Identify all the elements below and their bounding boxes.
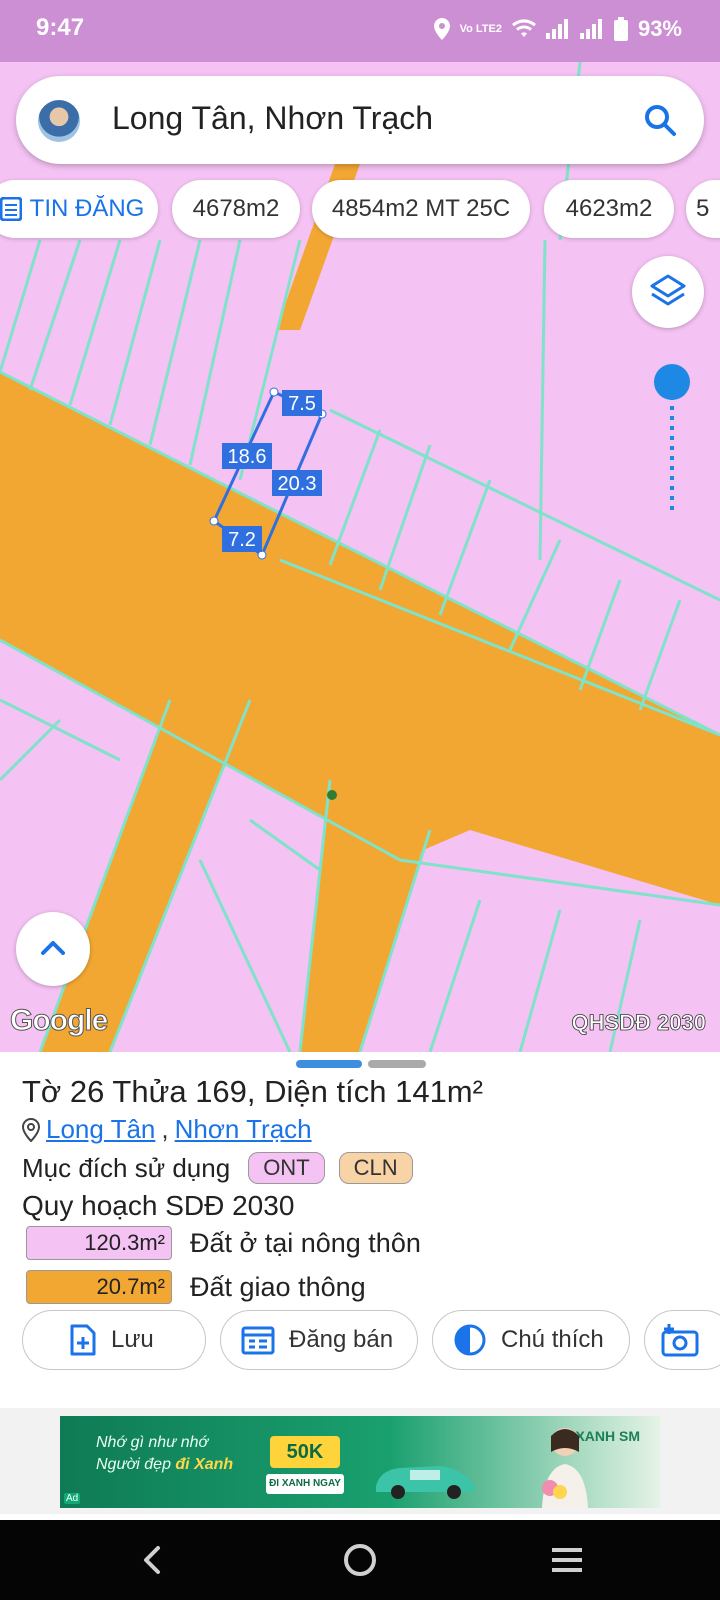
- chip-4678[interactable]: 4678m2: [172, 180, 300, 238]
- location-icon: [433, 18, 450, 40]
- save-button[interactable]: Lưu: [22, 1310, 206, 1370]
- back-icon[interactable]: [138, 1544, 168, 1576]
- chip-label: 5: [696, 195, 710, 222]
- edge-label-top: 7.5: [282, 390, 322, 416]
- chip-label: 4623m2: [565, 195, 653, 222]
- svg-text:18.6: 18.6: [228, 446, 267, 468]
- chip-4854[interactable]: 4854m2 MT 25C: [312, 180, 530, 238]
- chip-more[interactable]: 5: [686, 180, 720, 238]
- location-separator: ,: [161, 1114, 169, 1144]
- file-plus-icon: [70, 1324, 96, 1356]
- ad-cta-button[interactable]: ĐI XANH NGAY: [266, 1474, 344, 1494]
- plan-title: Quy hoạch SDĐ 2030: [22, 1190, 295, 1221]
- legend-row-transport: 20.7m² Đất giao thông: [26, 1270, 366, 1304]
- sheet-handle-inactive[interactable]: [368, 1060, 426, 1068]
- search-input[interactable]: Long Tân, Nhơn Trạch: [112, 100, 433, 137]
- svg-text:7.2: 7.2: [228, 529, 256, 551]
- chevron-up-icon: [41, 941, 65, 955]
- svg-text:7.5: 7.5: [288, 393, 316, 415]
- chip-label: 4678m2: [192, 195, 280, 222]
- home-icon[interactable]: [342, 1542, 378, 1578]
- signal-icon-2: [579, 19, 602, 39]
- parcel-info-sheet[interactable]: Tờ 26 Thửa 169, Diện tích 141m² Long Tân…: [0, 1052, 720, 1408]
- legend-label: Chú thích: [501, 1326, 604, 1353]
- chip-label: 4854m2 MT 25C: [331, 195, 511, 222]
- commune-link[interactable]: Long Tân: [46, 1114, 155, 1145]
- land-use-purpose: Mục đích sử dụng ONT CLN: [22, 1152, 413, 1184]
- chip-4623[interactable]: 4623m2: [544, 180, 674, 238]
- parcel-title: Tờ 26 Thửa 169, Diện tích 141m²: [22, 1074, 483, 1109]
- battery-icon: [613, 17, 628, 41]
- post-for-sale-label: Đăng bán: [289, 1326, 394, 1353]
- opacity-slider-track[interactable]: [668, 396, 676, 516]
- expand-up-button[interactable]: [16, 912, 90, 986]
- purpose-tag-ont: ONT: [248, 1152, 325, 1184]
- wifi-icon: [511, 19, 536, 37]
- battery-level: 93%: [637, 16, 682, 41]
- filter-chips: TIN ĐĂNG 4678m2 4854m2 MT 25C 4623m2 5: [0, 180, 720, 240]
- avatar[interactable]: [38, 100, 80, 142]
- status-time: 9:47: [36, 14, 85, 41]
- add-photo-button[interactable]: [644, 1310, 720, 1370]
- legend-button[interactable]: Chú thích: [432, 1310, 630, 1370]
- network-type: Vo LTE2: [459, 22, 502, 35]
- legend-area-residential: 120.3m²: [26, 1226, 172, 1260]
- recents-icon[interactable]: [550, 1546, 584, 1574]
- ad-creative[interactable]: Nhớ gì như nhớ Người đẹp đi Xanh 50K ĐI …: [60, 1416, 660, 1508]
- search-bar[interactable]: Long Tân, Nhơn Trạch: [16, 76, 704, 164]
- purpose-label: Mục đích sử dụng: [22, 1152, 231, 1183]
- sheet-handle-active[interactable]: [296, 1060, 362, 1068]
- parcel-location: Long Tân , Nhơn Trạch: [22, 1114, 312, 1145]
- edge-label-right: 20.3: [272, 470, 322, 496]
- ad-line2: Người đẹp đi Xanh: [96, 1456, 234, 1473]
- add-photo-icon: [661, 1324, 699, 1357]
- ad-offer: 50K: [270, 1436, 340, 1468]
- status-bar: 9:47 Vo LTE2 93%: [0, 0, 720, 62]
- purpose-tag-cln: CLN: [338, 1152, 413, 1184]
- chip-label: TIN ĐĂNG: [29, 195, 145, 222]
- chip-tin-dang[interactable]: TIN ĐĂNG: [0, 180, 158, 238]
- location-marker: [327, 790, 337, 800]
- legend-label-transport: Đất giao thông: [190, 1271, 366, 1302]
- list-icon: [0, 197, 22, 221]
- save-label: Lưu: [111, 1326, 154, 1353]
- action-buttons: Lưu Đăng bán Chú thích: [22, 1310, 720, 1370]
- layers-icon: [650, 274, 686, 306]
- google-logo: Google: [9, 1004, 108, 1038]
- system-nav-bar: [0, 1520, 720, 1600]
- signal-icon: [545, 19, 568, 39]
- location-pin-icon: [22, 1117, 40, 1142]
- car-icon: [376, 1466, 474, 1499]
- ad-banner[interactable]: Nhớ gì như nhớ Người đẹp đi Xanh 50K ĐI …: [0, 1408, 720, 1514]
- layers-button[interactable]: [632, 256, 704, 328]
- edge-label-left: 18.6: [222, 443, 272, 469]
- plan-layer-badge: QHSDĐ 2030: [571, 1010, 706, 1036]
- status-icons: Vo LTE2 93%: [433, 16, 682, 42]
- calendar-list-icon: [241, 1326, 275, 1355]
- ad-choice-badge[interactable]: Ad: [64, 1493, 81, 1504]
- half-circle-icon: [454, 1324, 486, 1356]
- edge-label-bottom: 7.2: [222, 526, 262, 552]
- legend-label-residential: Đất ở tại nông thôn: [190, 1227, 421, 1258]
- legend-area-transport: 20.7m²: [26, 1270, 172, 1304]
- district-link[interactable]: Nhơn Trạch: [175, 1114, 312, 1145]
- svg-text:20.3: 20.3: [278, 473, 317, 495]
- promo-person-icon: [542, 1428, 588, 1508]
- search-icon[interactable]: [638, 98, 682, 142]
- opacity-slider-knob[interactable]: [654, 364, 690, 400]
- legend-row-residential: 120.3m² Đất ở tại nông thôn: [26, 1226, 421, 1260]
- post-for-sale-button[interactable]: Đăng bán: [220, 1310, 418, 1370]
- ad-line1: Nhớ gì như nhớ: [96, 1434, 209, 1451]
